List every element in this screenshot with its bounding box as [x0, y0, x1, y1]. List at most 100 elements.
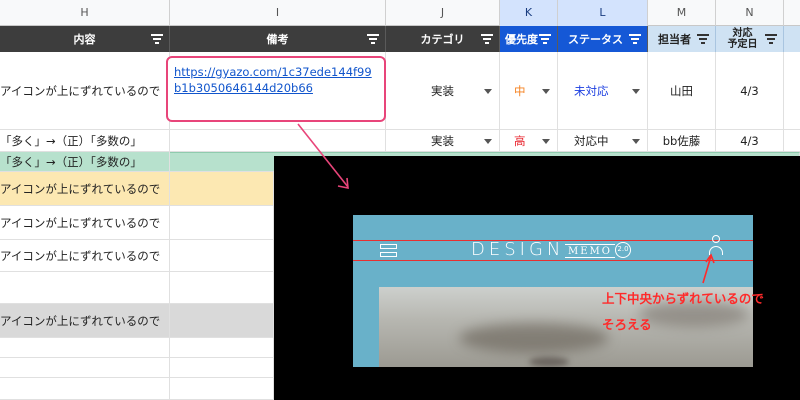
version-badge: 2.0 — [615, 242, 631, 258]
site-logo-text: DESIGN — [471, 239, 565, 260]
header-row: 内容 備考 カテゴリ 優先度 ステータス 担当者 対応 予定日 — [0, 26, 800, 52]
chevron-down-icon[interactable] — [632, 88, 640, 94]
column-letter-header: H I J K L M N — [0, 0, 800, 26]
column-letter-h[interactable]: H — [0, 0, 170, 26]
filter-icon[interactable] — [697, 34, 709, 44]
header-due-date: 対応 予定日 — [716, 26, 784, 52]
cell-text: 未対応 — [574, 83, 609, 98]
table-row-9-content[interactable] — [0, 338, 170, 358]
site-logo-memo: MEMO — [565, 244, 615, 258]
cell-text: 実装 — [431, 133, 454, 148]
header-status: ステータス — [558, 26, 648, 52]
cell-text: 山田 — [670, 83, 693, 98]
table-row-11-notes[interactable] — [170, 378, 274, 400]
cell-text: 4/3 — [740, 83, 759, 98]
table-row-1-due[interactable]: 4/3 — [716, 52, 784, 130]
cell-text: bb佐藤 — [662, 133, 701, 148]
table-row-7-notes[interactable] — [170, 272, 274, 304]
cell-text: アイコンが上にずれているので — [0, 83, 161, 98]
table-row-11-content[interactable] — [0, 378, 170, 400]
cell-text: アイコンが上にずれているので — [0, 215, 161, 230]
cell-text: アイコンが上にずれているので — [0, 248, 161, 263]
filter-icon[interactable] — [481, 34, 493, 44]
header-status-label: ステータス — [568, 33, 623, 46]
table-row-1-category[interactable]: 実装 — [386, 52, 500, 130]
table-row-4-notes[interactable] — [170, 172, 274, 206]
column-letter-n[interactable]: N — [716, 0, 784, 26]
table-row-9-notes[interactable] — [170, 338, 274, 358]
table-row-4-content[interactable]: アイコンが上にずれているので — [0, 172, 170, 206]
column-letter-l[interactable]: L — [558, 0, 648, 26]
user-icon[interactable] — [709, 235, 723, 257]
table-row-2-extra[interactable] — [784, 130, 800, 152]
cell-text: 対応中 — [574, 133, 609, 148]
cell-text: 高 — [514, 133, 526, 148]
table-row-5-notes[interactable] — [170, 206, 274, 240]
table-row-1-status[interactable]: 未対応 — [558, 52, 648, 130]
column-letter-k[interactable]: K — [500, 0, 558, 26]
table-row-1-priority[interactable]: 中 — [500, 52, 558, 130]
table-row-1-content[interactable]: アイコンが上にずれているので — [0, 52, 170, 130]
table-row-2-due[interactable]: 4/3 — [716, 130, 784, 152]
annotation-text-line1: 上下中央からずれているので — [602, 291, 764, 306]
header-category-label: カテゴリ — [420, 33, 465, 46]
gyazo-link[interactable]: https://gyazo.com/1c37ede144f99b1b305064… — [174, 65, 372, 95]
guide-line-bottom — [353, 260, 753, 261]
table-row-5-content[interactable]: アイコンが上にずれているので — [0, 206, 170, 240]
chevron-down-icon[interactable] — [542, 138, 550, 144]
header-assignee-label: 担当者 — [658, 33, 691, 46]
header-assignee: 担当者 — [648, 26, 716, 52]
column-letter-j[interactable]: J — [386, 0, 500, 26]
screenshot-preview: DESIGN MEMO 2.0 上下中央からずれているので そろえる — [274, 156, 800, 400]
table-row-10-content[interactable] — [0, 358, 170, 378]
cell-text: 「多く」→（正）「多数の」 — [0, 154, 142, 169]
column-letter-i[interactable]: I — [170, 0, 386, 26]
table-row-2-priority[interactable]: 高 — [500, 130, 558, 152]
filter-icon[interactable] — [367, 34, 379, 44]
chevron-down-icon[interactable] — [484, 88, 492, 94]
filter-icon[interactable] — [151, 34, 163, 44]
table-row-1-extra[interactable] — [784, 52, 800, 130]
table-row-6-content[interactable]: アイコンが上にずれているので — [0, 240, 170, 272]
header-due-date-label: 対応 予定日 — [728, 28, 758, 50]
table-row-2-category[interactable]: 実装 — [386, 130, 500, 152]
header-notes-label: 備考 — [266, 33, 289, 46]
header-next-column — [784, 26, 800, 52]
header-priority-label: 優先度 — [505, 33, 538, 46]
cell-text: アイコンが上にずれているので — [0, 181, 161, 196]
chevron-down-icon[interactable] — [542, 88, 550, 94]
table-row-2-content[interactable]: 「多く」→（正）「多数の」 — [0, 130, 170, 152]
hamburger-menu-icon[interactable] — [380, 244, 397, 258]
header-priority: 優先度 — [500, 26, 558, 52]
cell-text: 実装 — [431, 83, 454, 98]
header-due-line2: 予定日 — [727, 39, 758, 50]
table-row-2-status[interactable]: 対応中 — [558, 130, 648, 152]
annotation-text-line2: そろえる — [602, 317, 652, 332]
highlighted-note-link-box: https://gyazo.com/1c37ede144f99b1b305064… — [166, 56, 386, 122]
chevron-down-icon[interactable] — [484, 138, 492, 144]
chevron-down-icon[interactable] — [632, 138, 640, 144]
cell-text: 4/3 — [740, 133, 759, 148]
filter-icon[interactable] — [539, 34, 551, 44]
table-row-2-notes[interactable] — [170, 130, 386, 152]
header-due-line1: 対応 — [732, 28, 753, 39]
table-row-6-notes[interactable] — [170, 240, 274, 272]
table-row-3-content[interactable]: 「多く」→（正）「多数の」 — [0, 152, 170, 172]
table-row-7-content[interactable] — [0, 272, 170, 304]
header-content-label: 内容 — [73, 33, 96, 46]
filter-icon[interactable] — [765, 34, 777, 44]
column-letter-m[interactable]: M — [648, 0, 716, 26]
table-row-2-assignee[interactable]: bb佐藤 — [648, 130, 716, 152]
cell-text: 「多く」→（正）「多数の」 — [0, 133, 142, 148]
filter-icon[interactable] — [629, 34, 641, 44]
column-letter-o[interactable] — [784, 0, 800, 26]
table-row-1-assignee[interactable]: 山田 — [648, 52, 716, 130]
header-content: 内容 — [0, 26, 170, 52]
table-row-8-content[interactable]: アイコンが上にずれているので — [0, 304, 170, 338]
header-category: カテゴリ — [386, 26, 500, 52]
photo-detail — [529, 357, 569, 367]
table-row-8-notes[interactable] — [170, 304, 274, 338]
cell-text: アイコンが上にずれているので — [0, 313, 161, 328]
table-row-10-notes[interactable] — [170, 358, 274, 378]
photo-detail — [459, 323, 609, 353]
